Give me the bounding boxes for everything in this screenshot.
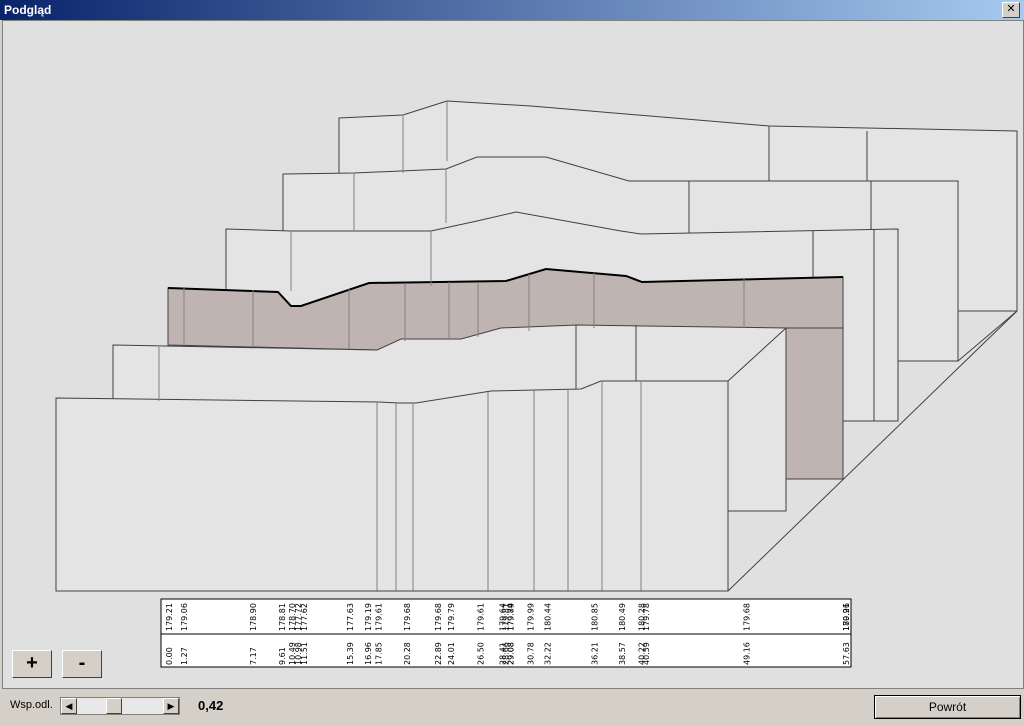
table-distance-label: 36.21 [590, 642, 599, 665]
table-elevation-label: 179.06 [180, 603, 189, 631]
preview-canvas: 179.21 179.06 178.90 178.81 178.70 177.72 177.… [2, 20, 1024, 689]
spacing-label: Wsp.odl. [10, 699, 53, 711]
table-distance-label: 29.08 [507, 642, 516, 665]
table-distance-label: 17.85 [375, 642, 384, 665]
table-distance-label: 7.17 [249, 647, 258, 665]
table-distance-label: 16.96 [364, 642, 373, 665]
table-elevation-label: 180.85 [590, 603, 599, 631]
cross-section-drawing: 179.21 179.06 178.90 178.81 178.70177.72177.… [55, 100, 1018, 668]
table-distance-label: 0.00 [165, 647, 174, 665]
cross-section-slice-6 [55, 380, 729, 592]
table-distance-label: 32.22 [543, 642, 552, 665]
table-elevation-label: 179.68 [742, 603, 751, 631]
table-elevation-label: 179.84 [507, 603, 516, 631]
table-elevation-label: 177.63 [346, 603, 355, 631]
table-elevation-label: 179.99 [527, 603, 536, 631]
slider-right-arrow-icon[interactable]: ▶ [163, 698, 179, 714]
table-elevation-label: 180.49 [618, 603, 627, 631]
table-elevation-label: 179.78 [642, 603, 651, 631]
table-elevation-label: 178.90 [249, 603, 258, 631]
slider-thumb[interactable] [106, 698, 123, 714]
table-distance-label: 9.61 [278, 647, 287, 665]
table-elevation-label: 179.68 [403, 603, 412, 631]
table-distance-label: 22.89 [434, 642, 443, 665]
slider-left-arrow-icon[interactable]: ◀ [61, 698, 77, 714]
table-elevation-label: 179.68 [434, 603, 443, 631]
table-distance-label: 1.27 [180, 647, 189, 665]
table-elevation-label: 178.81 [278, 603, 287, 631]
table-distance-label: 26.50 [476, 642, 485, 665]
table-distance-label: 11.51 [300, 642, 309, 665]
table-distance-label: 20.28 [403, 642, 412, 665]
table-elevation-label: 177.62 [300, 603, 309, 631]
table-elevation-label: 179.19 [364, 603, 373, 631]
zoom-in-button[interactable]: + [12, 650, 52, 678]
table-distance-label: 24.01 [447, 642, 456, 665]
table-elevation-label: 179.61 [476, 603, 485, 631]
table-elevation-label: 179.21 [165, 603, 174, 631]
spacing-value: 0,42 [198, 698, 224, 713]
table-distance-label: 49.16 [742, 642, 751, 665]
table-distance-label: 38.57 [618, 642, 627, 665]
zoom-out-button[interactable]: - [62, 650, 102, 678]
table-elevation-label: 179.79 [447, 603, 456, 631]
table-distance-label: 40.59 [642, 642, 651, 665]
spacing-slider[interactable]: ◀ ▶ [60, 697, 180, 715]
table-distance-label: 57.63 [842, 642, 851, 665]
table-elevation-label: 179.61 [375, 603, 384, 631]
table-distance-label: 15.39 [346, 642, 355, 665]
table-elevation-label: 180.44 [543, 603, 552, 631]
table-elevation-label: 180.21 [842, 603, 851, 631]
back-button[interactable]: Powrót [874, 695, 1021, 719]
table-distance-label: 30.78 [527, 642, 536, 665]
